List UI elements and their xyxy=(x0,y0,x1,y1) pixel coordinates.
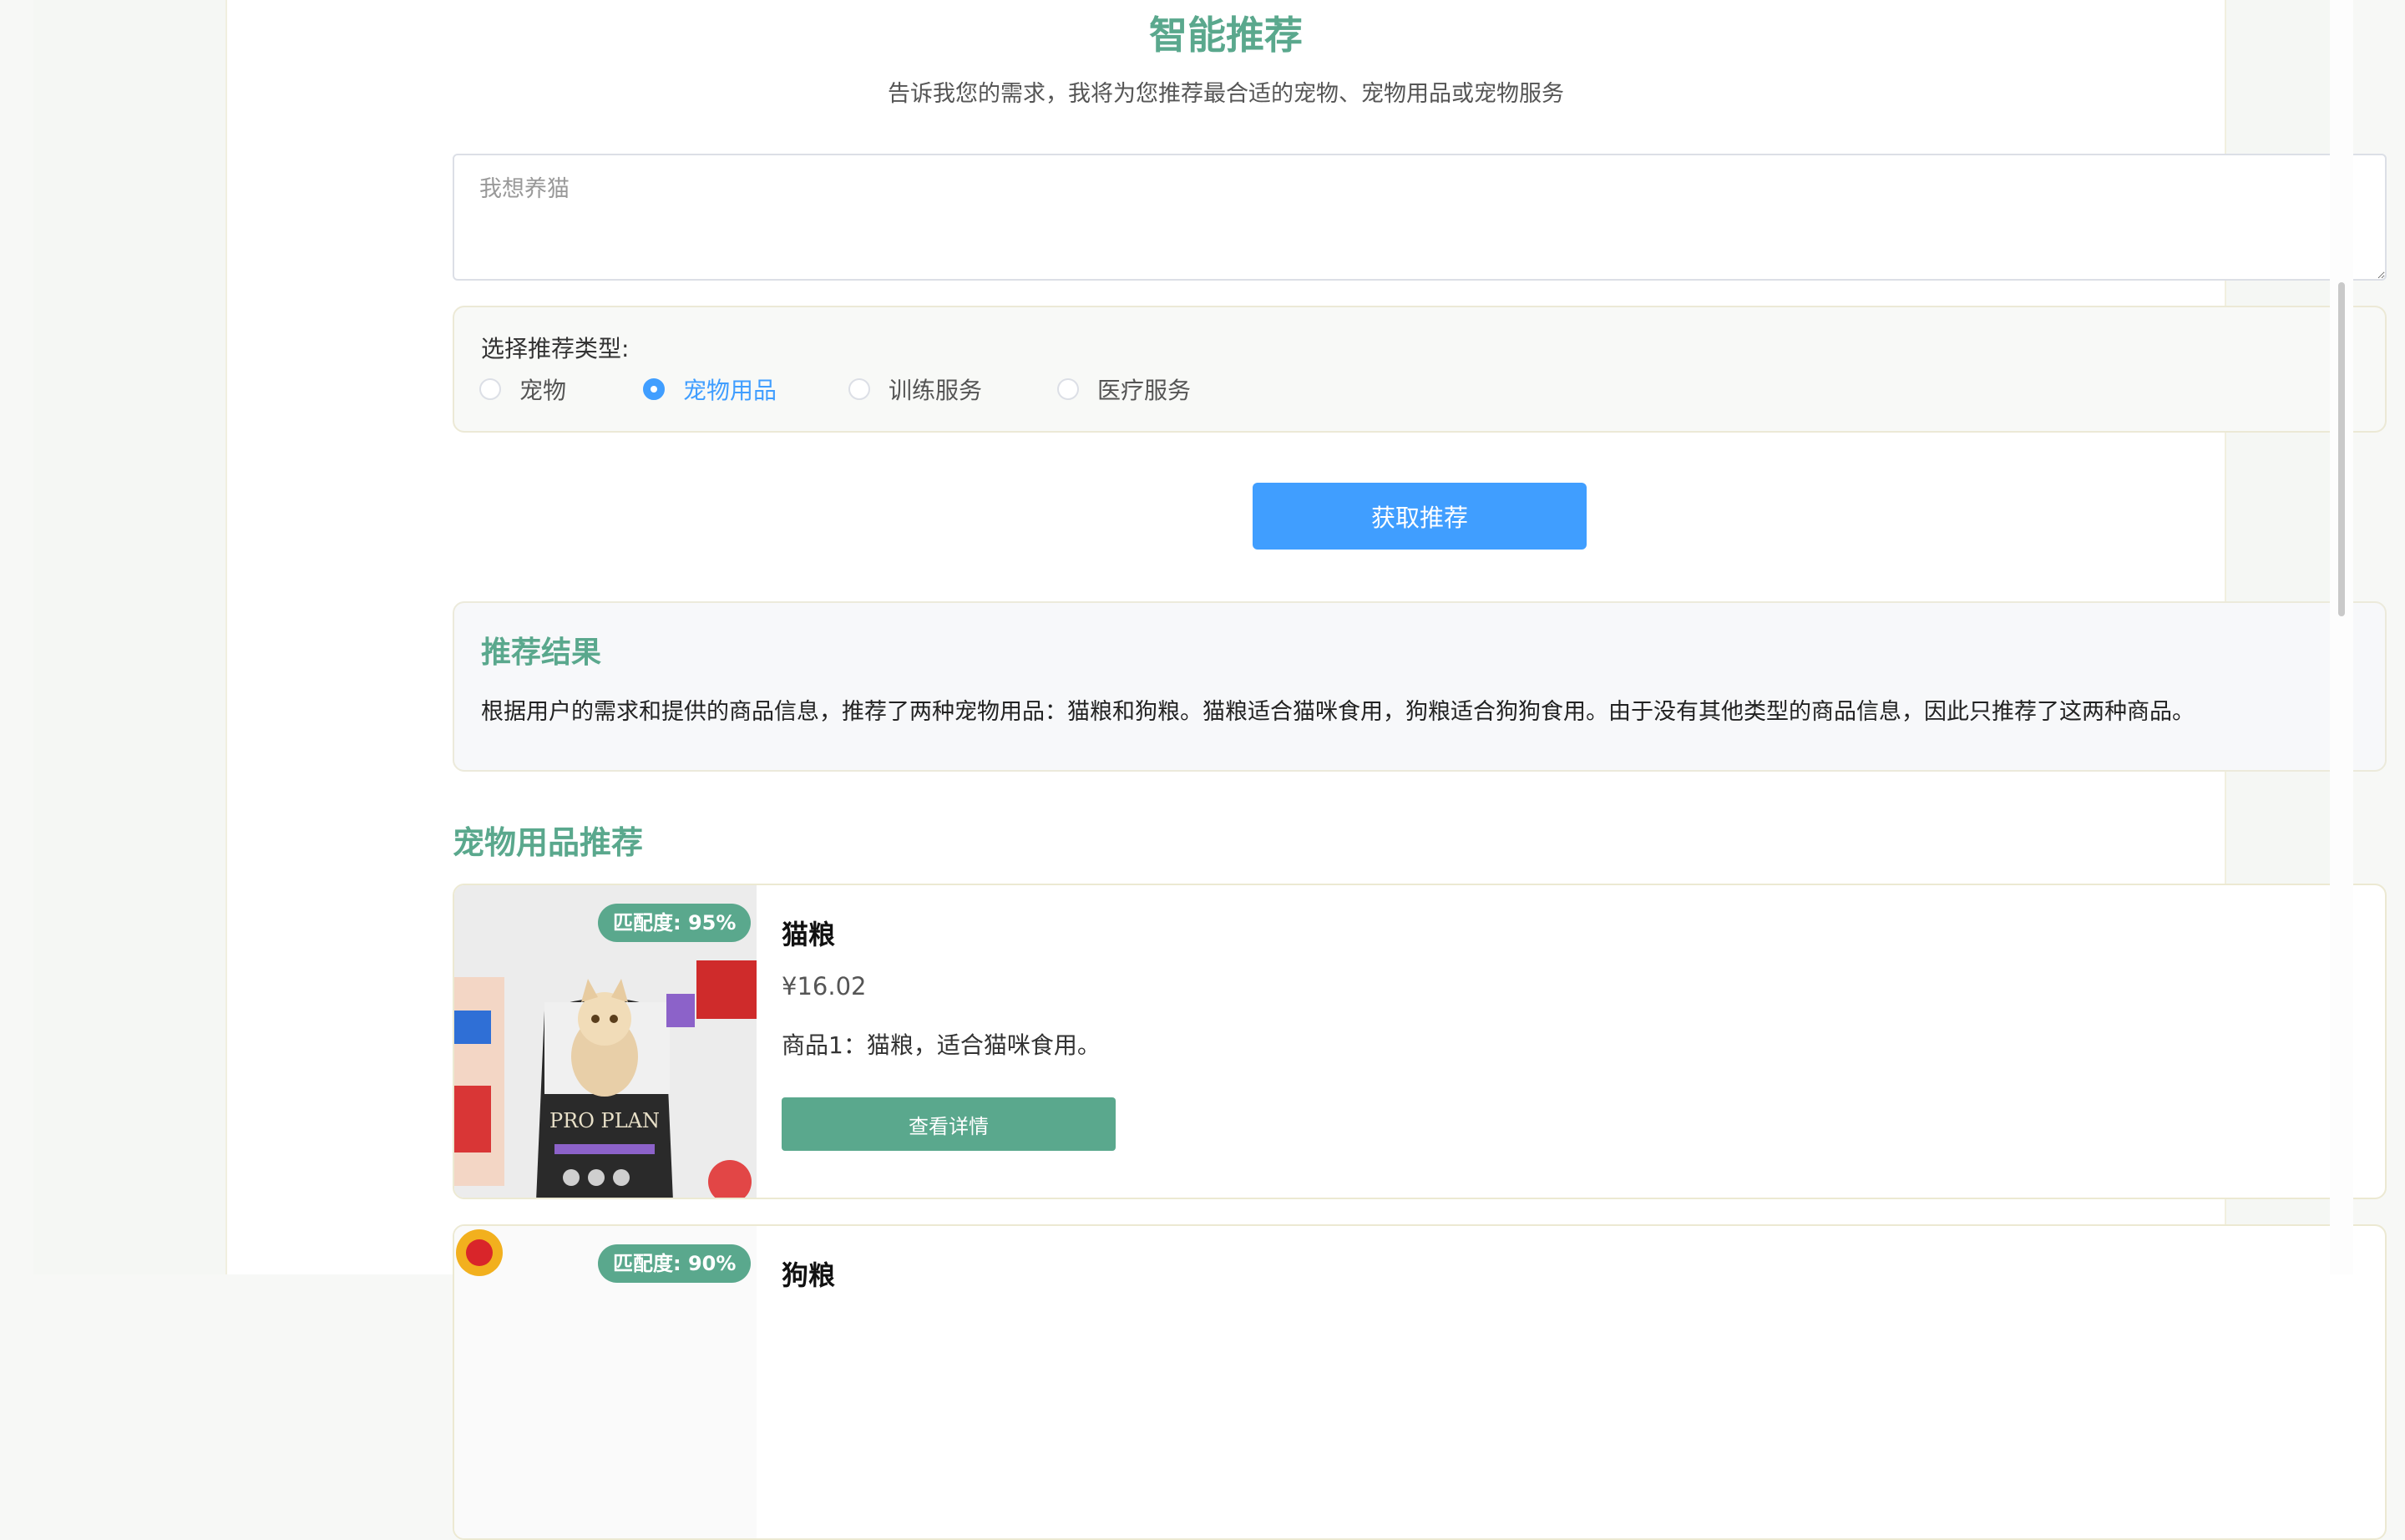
image-logo-text: PRO PLAN xyxy=(549,1109,660,1132)
requirement-input[interactable] xyxy=(453,154,2387,281)
radio-label: 宠物用品 xyxy=(683,377,777,404)
result-title: 推荐结果 xyxy=(481,636,602,670)
products-section-title: 宠物用品推荐 xyxy=(453,824,644,861)
radio-circle-icon[interactable] xyxy=(848,378,870,400)
page-title: 智能推荐 xyxy=(1149,13,1303,58)
main-panel: 智能推荐 告诉我您的需求，我将为您推荐最合适的宠物、宠物用品或宠物服务 选择推荐… xyxy=(225,0,2387,1540)
product-description: 商品1：猫粮，适合猫咪食用。 xyxy=(782,1031,1101,1059)
product-name: 猫粮 xyxy=(782,919,836,950)
page-scrollbar[interactable] xyxy=(2330,0,2353,1274)
radio-pet[interactable]: 宠物 xyxy=(479,374,566,404)
scrollbar-thumb[interactable] xyxy=(2338,282,2345,616)
page-subtitle: 告诉我您的需求，我将为您推荐最合适的宠物、宠物用品或宠物服务 xyxy=(888,81,1564,107)
match-score-badge: 匹配度: 95% xyxy=(598,904,752,942)
view-details-button[interactable]: 查看详情 xyxy=(782,1097,1116,1151)
get-recommendation-button[interactable]: 获取推荐 xyxy=(1253,483,1587,550)
product-price: ¥16.02 xyxy=(782,972,867,1000)
recommend-type-label: 选择推荐类型: xyxy=(481,335,630,362)
match-score-badge: 匹配度: 90% xyxy=(598,1244,752,1283)
radio-label: 训练服务 xyxy=(889,377,983,404)
dog-food-image[interactable]: 匹配度: 90% xyxy=(454,1226,757,1538)
page-background: 智能推荐 告诉我您的需求，我将为您推荐最合适的宠物、宠物用品或宠物服务 选择推荐… xyxy=(33,0,2387,1540)
radio-circle-icon[interactable] xyxy=(479,378,501,400)
radio-pet-supplies[interactable]: 宠物用品 xyxy=(643,374,777,404)
product-name: 狗粮 xyxy=(782,1259,836,1291)
radio-circle-icon[interactable] xyxy=(643,378,665,400)
result-box: 推荐结果 根据用户的需求和提供的商品信息，推荐了两种宠物用品：猫粮和狗粮。猫粮适… xyxy=(453,601,2387,772)
radio-label: 宠物 xyxy=(519,377,567,404)
radio-label: 医疗服务 xyxy=(1097,377,1192,404)
radio-circle-icon[interactable] xyxy=(1057,378,1079,400)
product-card: PRO PLAN 匹配度: 95% 猫粮 ¥16.02 商品1：猫粮，适合猫咪食… xyxy=(453,884,2387,1199)
product-card: 匹配度: 90% 狗粮 xyxy=(453,1224,2387,1540)
radio-medical-service[interactable]: 医疗服务 xyxy=(1057,374,1191,404)
recommend-type-box: 选择推荐类型: 宠物 宠物用品 训练服务 医疗服务 xyxy=(453,306,2387,433)
result-text: 根据用户的需求和提供的商品信息，推荐了两种宠物用品：猫粮和狗粮。猫粮适合猫咪食用… xyxy=(481,699,2195,725)
radio-training-service[interactable]: 训练服务 xyxy=(848,374,982,404)
cat-food-bag-image[interactable]: PRO PLAN 匹配度: 95% xyxy=(454,885,757,1198)
